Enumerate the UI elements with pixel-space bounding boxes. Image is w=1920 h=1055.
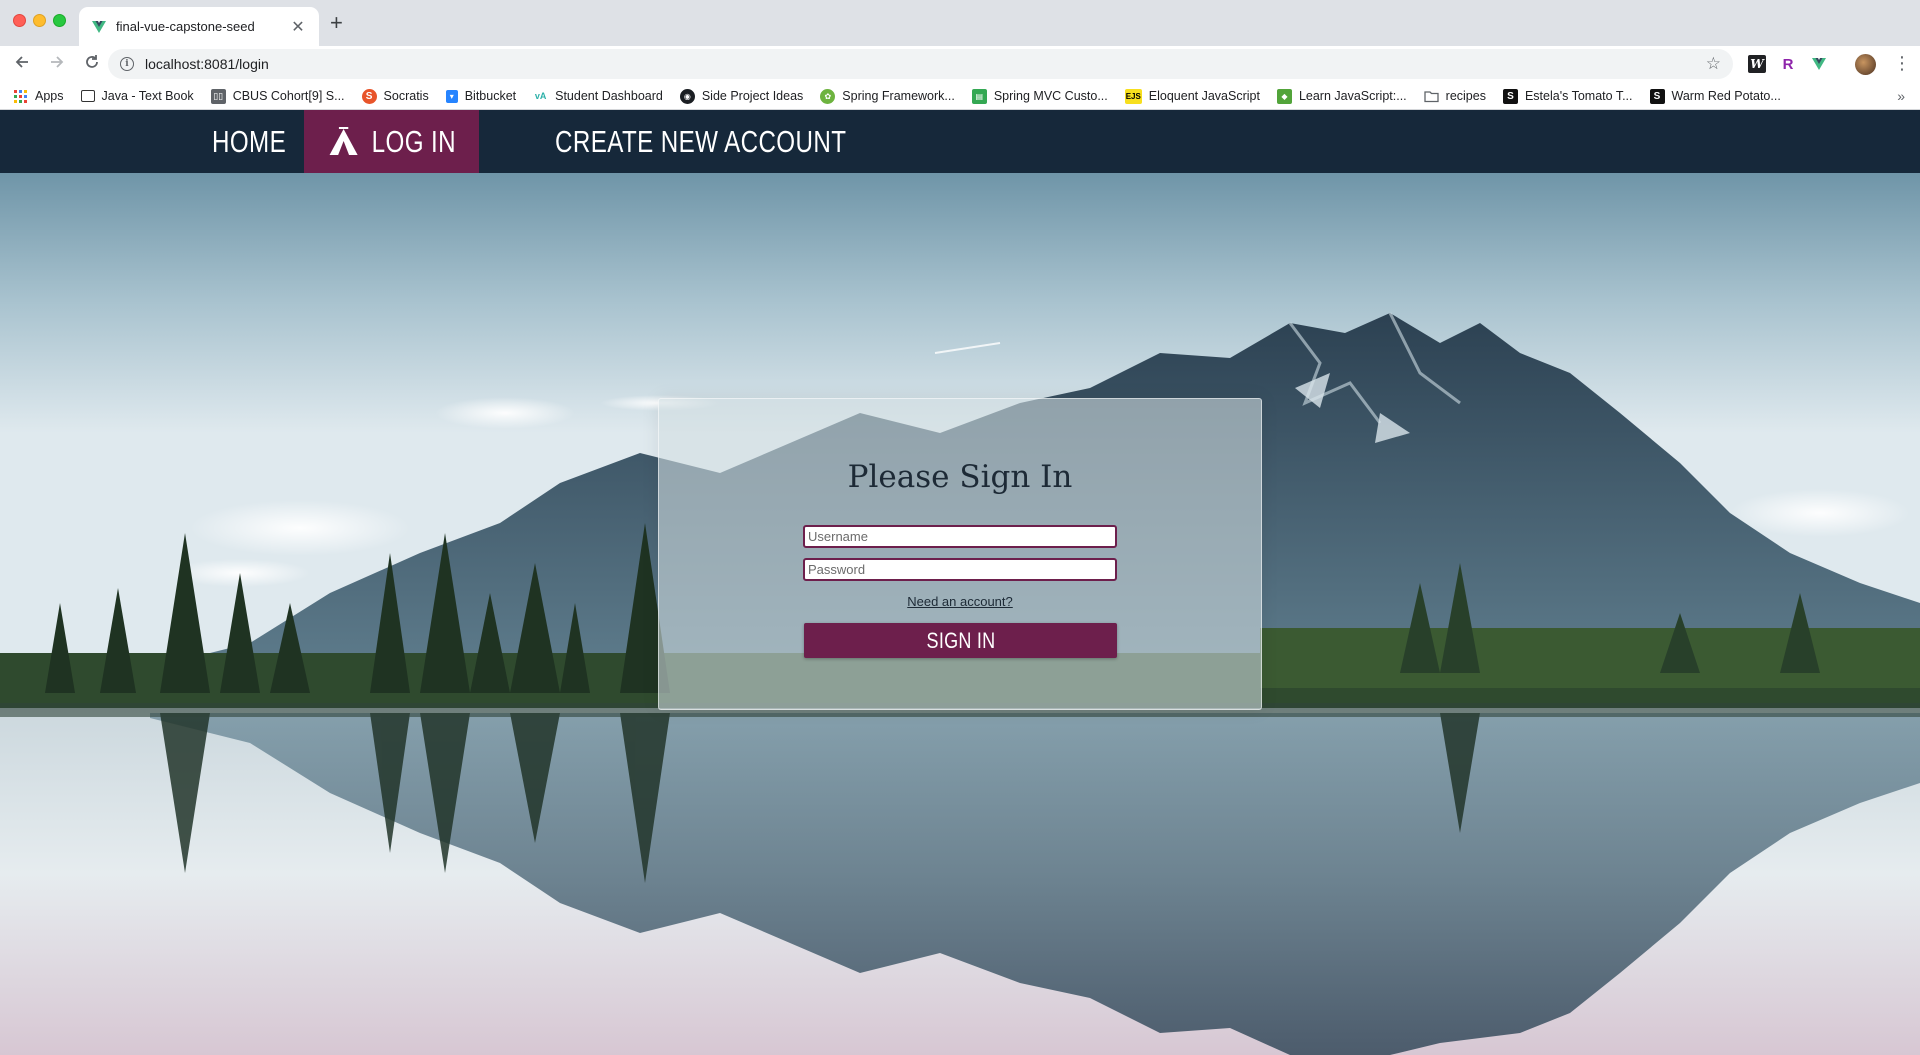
login-title: Please Sign In <box>847 459 1073 495</box>
bookmark-label: Java - Text Book <box>101 89 194 103</box>
bookmark-label: Learn JavaScript:... <box>1298 89 1407 103</box>
ejs-icon: EJS <box>1124 88 1142 104</box>
bookmark-side-project-ideas[interactable]: ◉ Side Project Ideas <box>679 88 804 104</box>
sheet-icon: ▤ <box>971 88 987 104</box>
nav-login-link[interactable]: LOG IN <box>328 110 456 173</box>
browser-chrome: final-vue-capstone-seed ✕ + i localhost:… <box>0 0 1920 110</box>
password-input[interactable] <box>803 558 1117 581</box>
learn-js-icon: ◆ <box>1276 88 1292 104</box>
close-window-button[interactable] <box>13 14 26 27</box>
url-text[interactable]: localhost:8081/login <box>145 56 1706 72</box>
folder-icon <box>1424 90 1439 102</box>
username-input[interactable] <box>803 525 1117 548</box>
browser-toolbar: i localhost:8081/login ☆ W R ⋮ <box>0 46 1920 83</box>
bookmark-recipes[interactable]: recipes <box>1424 89 1486 104</box>
nav-create-account-link[interactable]: CREATE NEW ACCOUNT <box>555 110 846 173</box>
bookmark-label: Spring Framework... <box>842 89 955 103</box>
nav-home-link[interactable]: HOME <box>212 110 286 173</box>
bookmarks-bar: Apps Java - Text Book ▯▯ CBUS Cohort[9] … <box>0 83 1920 110</box>
tab-close-icon[interactable]: ✕ <box>289 17 307 37</box>
bookmark-spring-mvc[interactable]: ▤ Spring MVC Custo... <box>971 88 1108 104</box>
tab-strip: final-vue-capstone-seed ✕ + <box>0 0 1920 46</box>
bookmark-label: Eloquent JavaScript <box>1148 89 1260 103</box>
maximize-window-button[interactable] <box>53 14 66 27</box>
forward-arrow-icon[interactable] <box>44 54 70 75</box>
bitbucket-icon: ▾ <box>445 89 458 103</box>
squarespace-icon: S <box>1649 88 1665 104</box>
vue-devtools-icon[interactable] <box>1810 55 1828 73</box>
bookmark-cbus-cohort[interactable]: ▯▯ CBUS Cohort[9] S... <box>210 88 345 104</box>
site-navbar: HOME LOG IN CREATE NEW ACCOUNT <box>0 110 1920 173</box>
socratis-icon: S <box>361 88 377 104</box>
tab-title: final-vue-capstone-seed <box>116 19 255 34</box>
bookmark-star-icon[interactable]: ☆ <box>1706 54 1721 74</box>
bookmark-label: Spring MVC Custo... <box>993 89 1108 103</box>
vue-logo-icon <box>92 20 106 33</box>
bookmark-label: Apps <box>35 89 64 103</box>
login-card: Please Sign In Need an account? SIGN IN <box>658 398 1262 710</box>
browser-tab[interactable]: final-vue-capstone-seed ✕ <box>79 7 319 46</box>
new-tab-button[interactable]: + <box>330 12 343 34</box>
tent-icon <box>329 126 358 155</box>
bookmark-student-dashboard[interactable]: vA Student Dashboard <box>533 89 663 104</box>
bookmark-socratis[interactable]: S Socratis <box>361 88 429 104</box>
sign-in-label: SIGN IN <box>926 627 995 653</box>
address-bar[interactable]: i localhost:8081/login ☆ <box>108 49 1733 79</box>
bookmark-label: CBUS Cohort[9] S... <box>232 89 345 103</box>
bookmark-label: Student Dashboard <box>555 89 663 103</box>
site-info-icon[interactable]: i <box>120 57 134 71</box>
menu-kebab-icon[interactable]: ⋮ <box>1893 53 1911 74</box>
profile-avatar[interactable] <box>1855 54 1876 75</box>
minimize-window-button[interactable] <box>33 14 46 27</box>
web-page: HOME LOG IN CREATE NEW ACCOUNT Please Si… <box>0 110 1920 1055</box>
bookmark-estelas-tomato[interactable]: S Estela's Tomato T... <box>1502 88 1633 104</box>
more-bookmarks-chevron-icon[interactable]: » <box>1897 88 1905 104</box>
bookmark-label: Socratis <box>383 89 429 103</box>
bookmark-warm-red-potato[interactable]: S Warm Red Potato... <box>1649 88 1781 104</box>
need-account-link[interactable]: Need an account? <box>659 594 1261 609</box>
trello-icon: ▯▯ <box>210 88 226 104</box>
bookmark-eloquent-javascript[interactable]: EJS Eloquent JavaScript <box>1124 88 1260 104</box>
bookmark-bitbucket[interactable]: ▾ Bitbucket <box>445 89 517 103</box>
bookmark-learn-javascript[interactable]: ◆ Learn JavaScript:... <box>1276 88 1407 104</box>
apps-grid-icon <box>14 89 27 103</box>
back-arrow-icon[interactable] <box>9 54 35 75</box>
sign-in-button[interactable]: SIGN IN <box>804 623 1117 658</box>
squarespace-icon: S <box>1502 88 1518 104</box>
reload-icon[interactable] <box>79 54 105 75</box>
bookmark-label: Estela's Tomato T... <box>1524 89 1633 103</box>
extension-w-icon[interactable]: W <box>1748 55 1766 73</box>
bookmark-label: Bitbucket <box>464 89 517 103</box>
bookmark-spring-framework[interactable]: ✿ Spring Framework... <box>820 88 955 104</box>
bookmark-label: Side Project Ideas <box>701 89 804 103</box>
bookmark-label: Warm Red Potato... <box>1671 89 1781 103</box>
bookmark-label: recipes <box>1445 89 1486 103</box>
techelevator-icon: vA <box>534 91 547 101</box>
bookmark-apps[interactable]: Apps <box>13 89 64 104</box>
extension-r-icon[interactable]: R <box>1779 55 1797 73</box>
spring-icon: ✿ <box>820 88 836 104</box>
bookmark-java-text-book[interactable]: Java - Text Book <box>80 89 194 103</box>
nav-login-label: LOG IN <box>371 123 456 159</box>
book-icon <box>80 90 95 102</box>
github-icon: ◉ <box>679 88 695 104</box>
